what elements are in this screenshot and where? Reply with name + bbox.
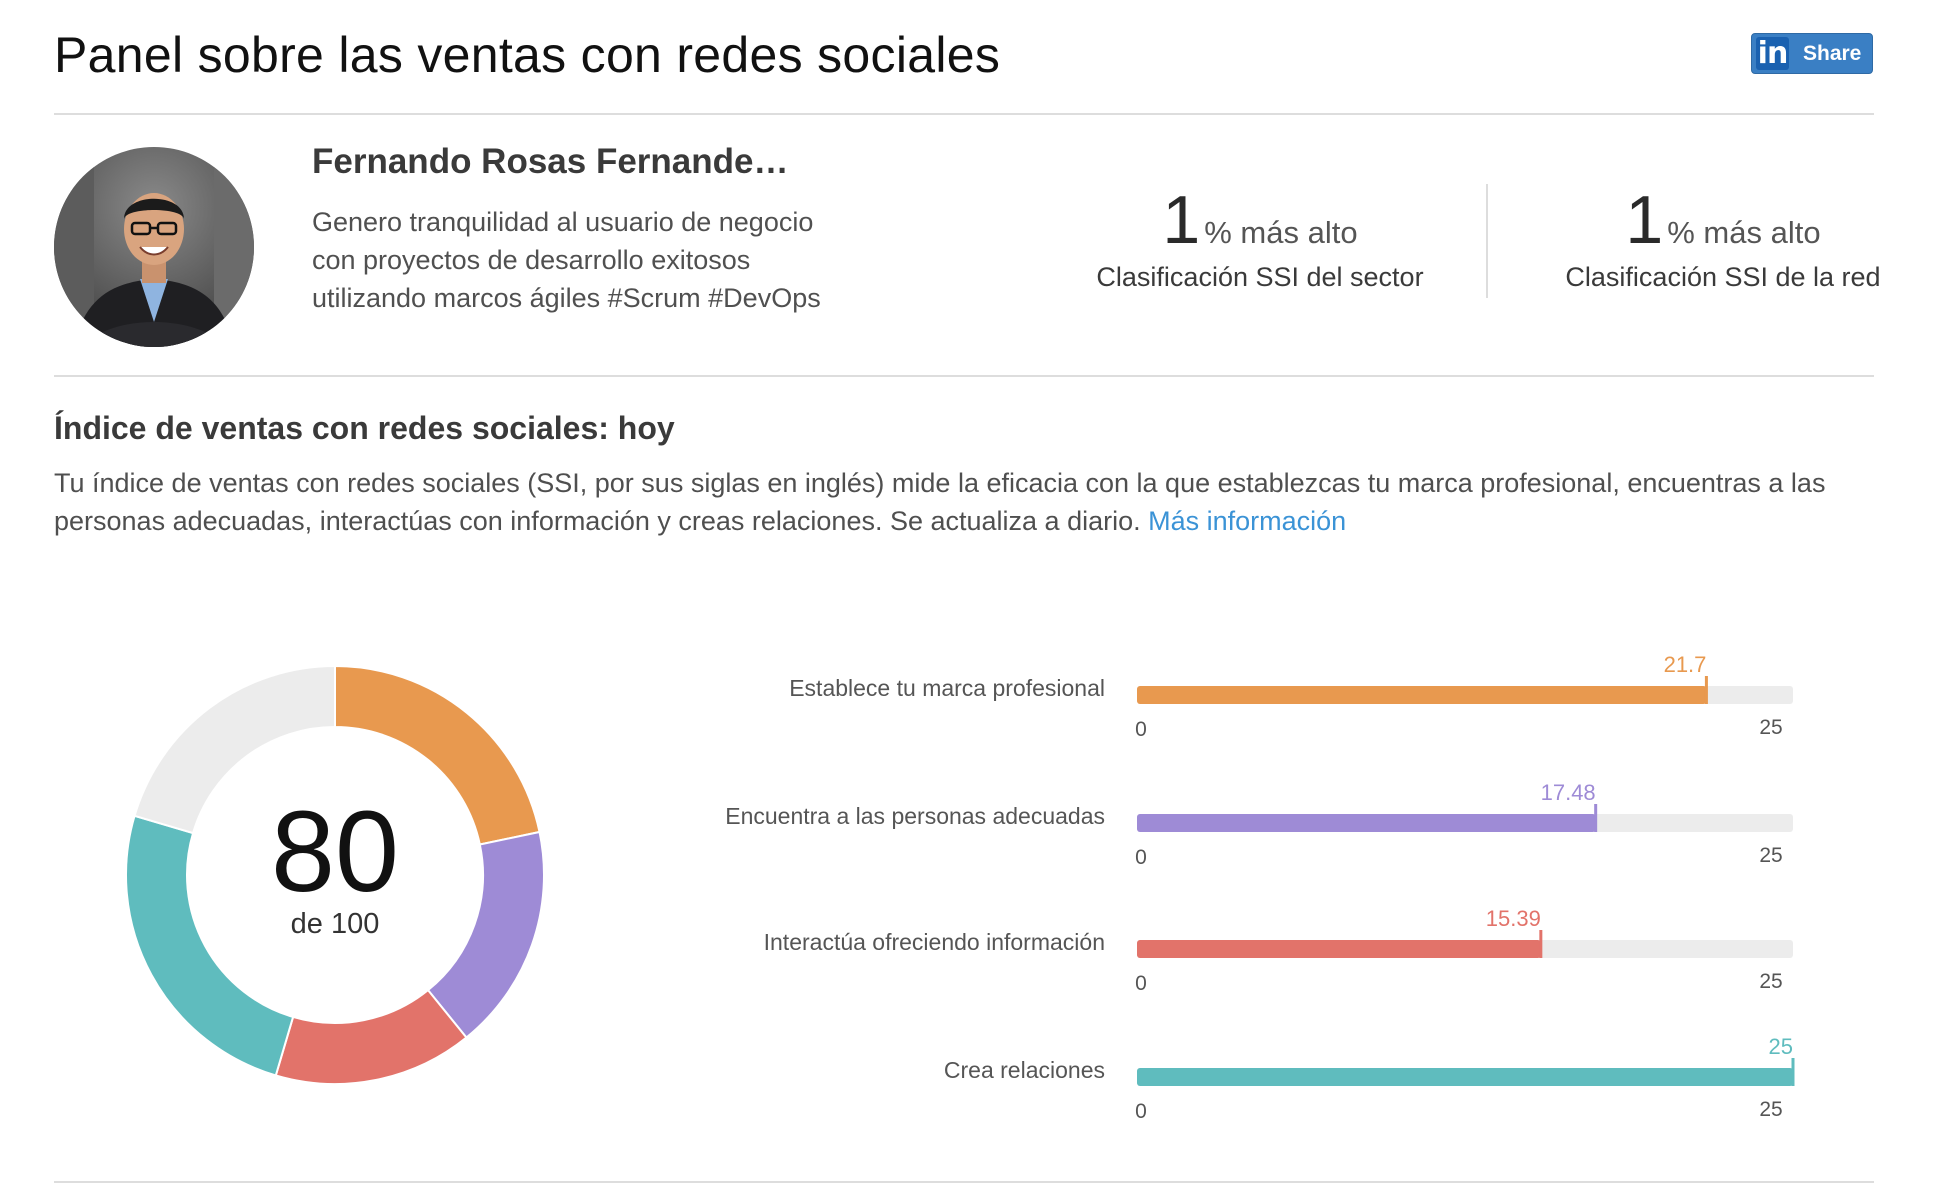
bar-fill — [1137, 1068, 1793, 1086]
axis-tick-max: 25 — [1759, 970, 1782, 993]
profile-name[interactable]: Fernando Rosas Fernande… — [312, 142, 788, 182]
donut-slice-3 — [274, 988, 468, 1085]
donut-slice-2 — [426, 830, 545, 1039]
bar-marker — [1791, 1058, 1795, 1086]
bar-category-label: Establece tu marca profesional — [789, 675, 1105, 701]
bar-category-label: Crea relaciones — [944, 1057, 1105, 1083]
ssi-donut-chart — [125, 664, 545, 1085]
bar-marker — [1539, 930, 1543, 958]
axis-tick-max: 25 — [1759, 716, 1782, 739]
profile-headline: Genero tranquilidad al usuario de negoci… — [312, 207, 821, 313]
footer-divider — [54, 1181, 1874, 1183]
ssi-description: Tu índice de ventas con redes sociales (… — [54, 464, 1884, 540]
bar-marker — [1704, 676, 1708, 704]
axis-tick-max: 25 — [1759, 1098, 1782, 1121]
network-rank-label: Clasificación SSI de la red — [1565, 262, 1881, 292]
more-info-link[interactable]: Más información — [1148, 506, 1346, 536]
ssi-section-title: Índice de ventas con redes sociales: hoy — [54, 410, 675, 446]
sector-ranking: 1 % más alto Clasificación SSI del secto… — [1075, 182, 1445, 293]
ssi-description-text: Tu índice de ventas con redes sociales (… — [54, 468, 1826, 536]
axis-tick-min: 0 — [1135, 846, 1147, 869]
network-rank-suffix: % más alto — [1667, 215, 1821, 250]
bar-category-label: Encuentra a las personas adecuadas — [725, 803, 1105, 829]
sector-rank-value: 1 — [1162, 182, 1201, 258]
sector-rank-label: Clasificación SSI del sector — [1096, 262, 1424, 292]
bar-value-label: 17.48 — [1541, 780, 1596, 805]
header-divider — [54, 113, 1874, 115]
axis-tick-min: 0 — [1135, 1100, 1147, 1123]
linkedin-share-button[interactable]: in Share — [1751, 33, 1873, 74]
donut-slice-1 — [334, 664, 541, 846]
axis-tick-min: 0 — [1135, 718, 1147, 741]
bar-value-label: 25 — [1769, 1034, 1793, 1059]
ranking-divider — [1486, 184, 1488, 298]
avatar[interactable] — [54, 147, 254, 347]
ssi-component-bars: Establece tu marca profesional 21.7 0 25 Enc… — [725, 652, 1795, 1123]
bar-value-label: 15.39 — [1486, 906, 1541, 931]
share-label: Share — [1803, 41, 1862, 65]
donut-slice-4 — [125, 814, 295, 1077]
bar-fill — [1137, 686, 1707, 704]
bar-marker — [1594, 804, 1598, 832]
network-rank-value: 1 — [1625, 182, 1664, 258]
linkedin-logo-icon: in — [1756, 36, 1789, 71]
bar-fill — [1137, 814, 1596, 832]
axis-tick-max: 25 — [1759, 844, 1782, 867]
axis-tick-min: 0 — [1135, 972, 1147, 995]
page-title: Panel sobre las ventas con redes sociale… — [54, 27, 1001, 83]
network-ranking: 1 % más alto Clasificación SSI de la red — [1538, 182, 1908, 293]
profile-photo — [54, 147, 254, 347]
profile-divider — [54, 375, 1874, 377]
bar-category-label: Interactúa ofreciendo información — [764, 929, 1105, 955]
sector-rank-suffix: % más alto — [1204, 215, 1358, 250]
donut-slice-remainder — [133, 664, 336, 835]
bar-fill — [1137, 940, 1541, 958]
bar-value-label: 21.7 — [1664, 652, 1707, 677]
